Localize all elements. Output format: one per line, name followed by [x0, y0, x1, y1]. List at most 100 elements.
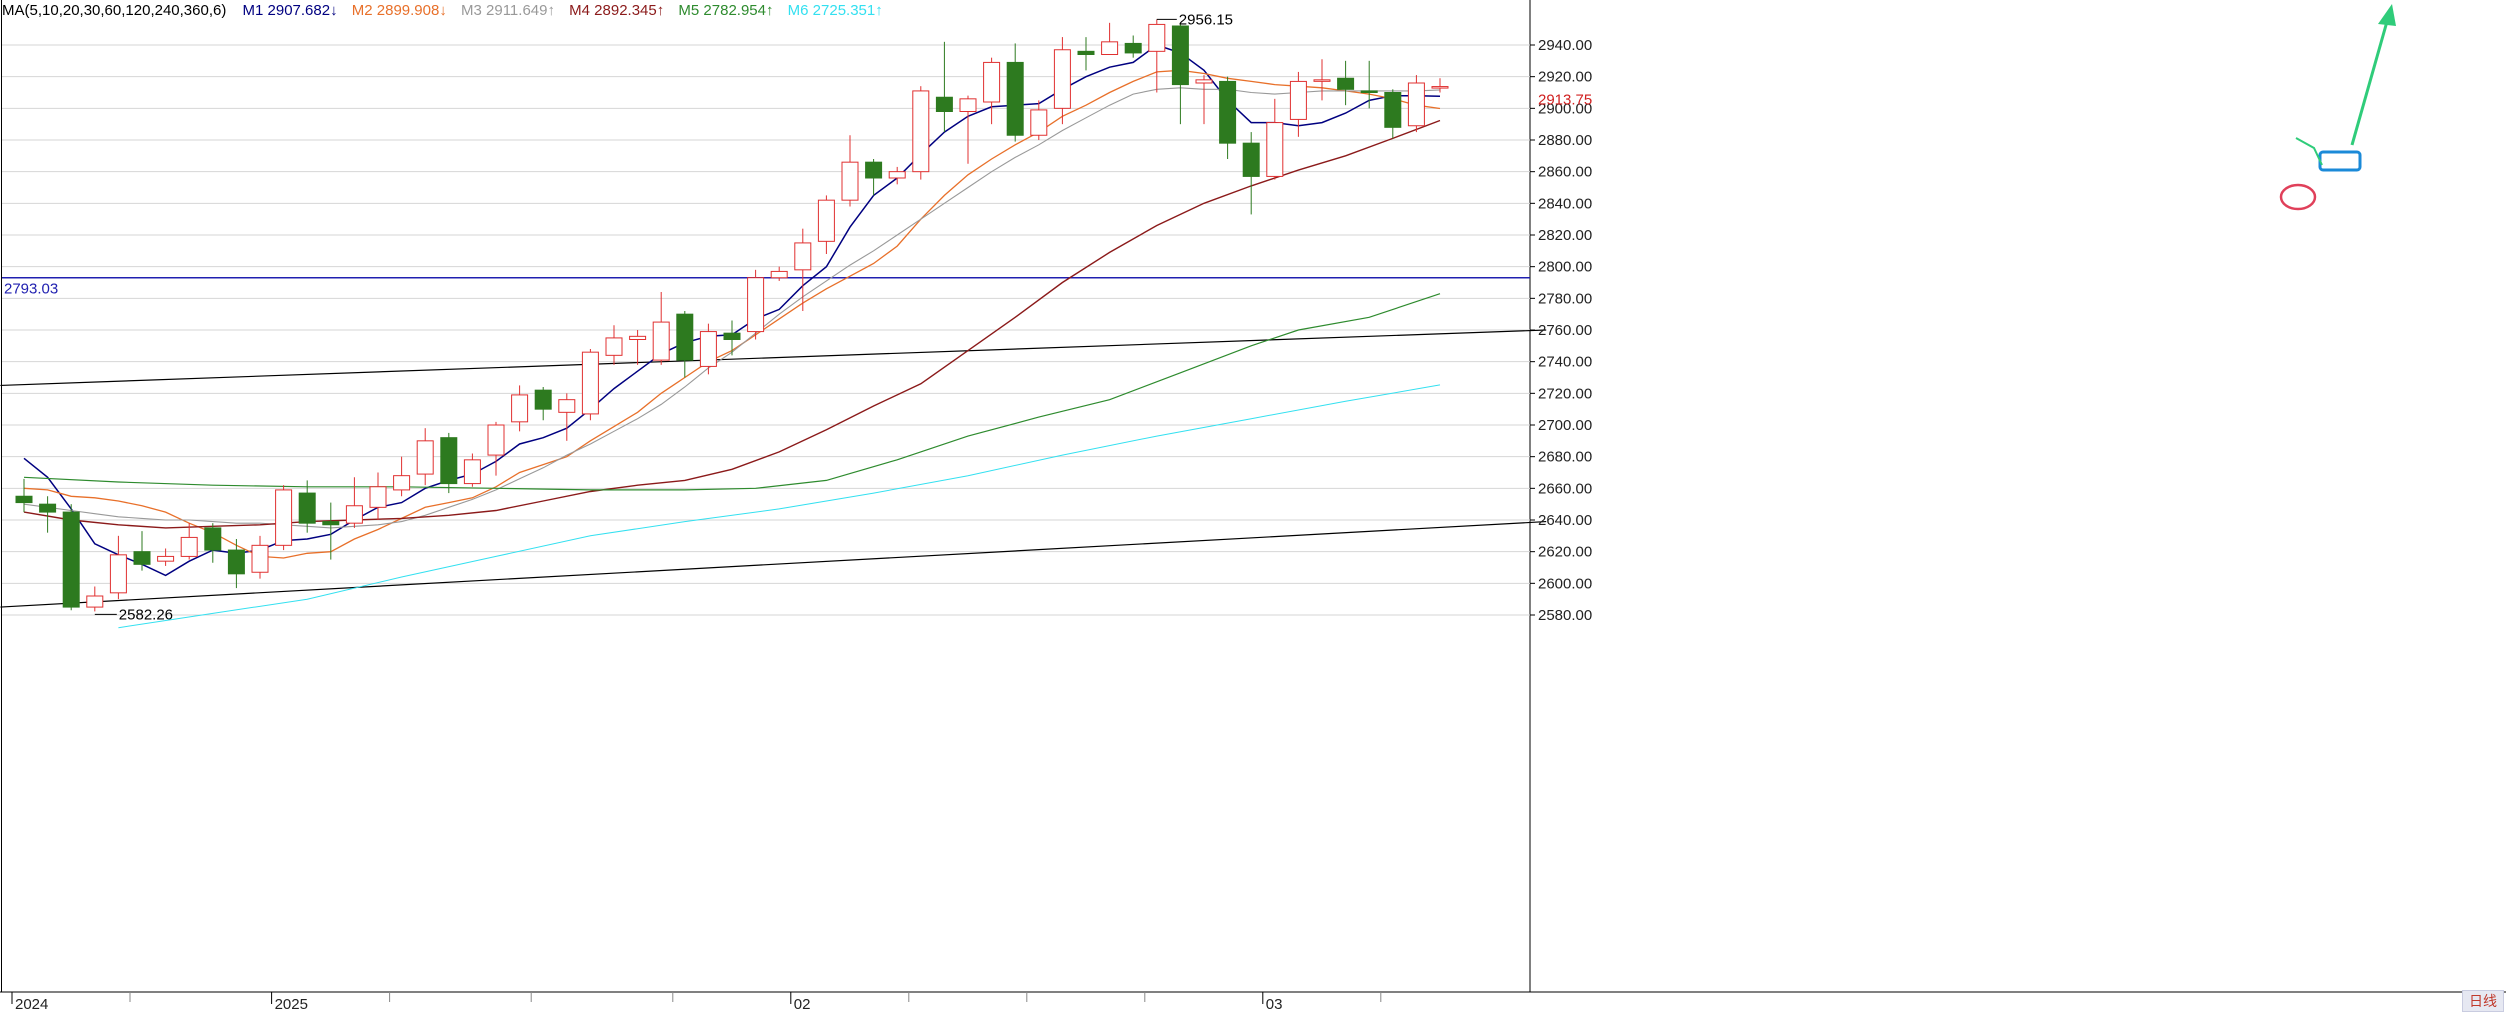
candle-up[interactable] [983, 61, 1001, 103]
y-tick-label: 2740.00 [1538, 354, 1592, 371]
candle-down[interactable] [204, 527, 222, 551]
candle-down[interactable] [723, 332, 741, 340]
green-trace-line [2295, 137, 2323, 166]
candle-down[interactable] [440, 437, 458, 485]
y-tick-label: 2840.00 [1538, 195, 1592, 212]
candle-down[interactable] [133, 551, 151, 565]
candle-up[interactable] [393, 475, 411, 491]
ma-legend-m3: M3 2911.649↑ [461, 2, 555, 19]
upper-trendline[interactable] [0, 329, 1547, 387]
candle-up[interactable] [86, 595, 104, 608]
candle-up[interactable] [109, 554, 127, 594]
candle-up[interactable] [463, 459, 481, 485]
y-tick-label: 2880.00 [1538, 132, 1592, 149]
candle-up[interactable] [1431, 86, 1449, 89]
candle-down[interactable] [1360, 90, 1378, 93]
candle-up[interactable] [511, 394, 529, 423]
candle-up[interactable] [912, 90, 930, 173]
blue-rectangle-marker [2318, 150, 2362, 172]
x-tick-label: 03 [1266, 996, 1283, 1013]
ma-params-label: MA(5,10,20,30,60,120,240,360,6) [2, 2, 227, 19]
y-tick-label: 2620.00 [1538, 544, 1592, 561]
candle-up[interactable] [581, 351, 599, 415]
y-tick-label: 2680.00 [1538, 449, 1592, 466]
y-tick-label: 2780.00 [1538, 290, 1592, 307]
green-arrow-icon [2378, 4, 2396, 26]
candle-up[interactable] [487, 424, 505, 456]
candle-up[interactable] [770, 270, 788, 279]
candle-down[interactable] [227, 549, 245, 575]
candle-up[interactable] [1313, 79, 1331, 82]
high-label: 2956.15 [1179, 11, 1233, 28]
x-tick-label: 02 [794, 996, 811, 1013]
y-tick-label: 2920.00 [1538, 69, 1592, 86]
candle-down[interactable] [865, 161, 883, 179]
red-ellipse-marker [2279, 183, 2317, 211]
candle-up[interactable] [157, 555, 175, 562]
candle-down[interactable] [935, 96, 953, 112]
candle-up[interactable] [369, 486, 387, 508]
candle-up[interactable] [345, 505, 363, 524]
candle-up[interactable] [841, 161, 859, 201]
candle-down[interactable] [15, 495, 33, 504]
candle-up[interactable] [416, 440, 434, 475]
candle-up[interactable] [180, 536, 198, 557]
candle-up[interactable] [888, 171, 906, 179]
candle-up[interactable] [1195, 79, 1213, 84]
candle-up[interactable] [275, 489, 293, 546]
candle-up[interactable] [1407, 82, 1425, 127]
candle-down[interactable] [322, 521, 340, 526]
y-tick-label: 2800.00 [1538, 259, 1592, 276]
ma-legend-m1: M1 2907.682↓ [242, 2, 338, 19]
y-tick-label: 2600.00 [1538, 575, 1592, 592]
ma-legend-m6: M6 2725.351↑ [787, 2, 883, 19]
y-tick-label: 2660.00 [1538, 480, 1592, 497]
candle-up[interactable] [1101, 41, 1119, 55]
ma-legend: MA(5,10,20,30,60,120,240,360,6) M1 2907.… [2, 0, 893, 22]
candle-down[interactable] [676, 313, 694, 361]
candle-up[interactable] [558, 399, 576, 413]
candle-down[interactable] [298, 492, 316, 524]
candle-up[interactable] [652, 321, 670, 361]
candle-down[interactable] [1077, 50, 1095, 55]
candle-down[interactable] [1124, 42, 1142, 54]
y-tick-label: 2720.00 [1538, 385, 1592, 402]
candle-down[interactable] [1337, 77, 1355, 90]
candlestick-chart[interactable]: 2580.00 2600.00 2620.00 2640.00 2660.00 2680.… [0, 0, 2506, 1014]
candle-up[interactable] [817, 199, 835, 242]
period-tab-daily[interactable]: 日线 [2462, 990, 2504, 1012]
candle-down[interactable] [1171, 25, 1189, 86]
candle-down[interactable] [1242, 142, 1260, 177]
candle-up[interactable] [1266, 122, 1284, 177]
candle-up[interactable] [699, 331, 717, 367]
candle-up[interactable] [605, 337, 623, 356]
current-price-label: 2913.75 [1538, 92, 1592, 109]
candle-down[interactable] [1219, 80, 1237, 144]
candle-up[interactable] [794, 242, 812, 271]
candle-up[interactable] [747, 277, 765, 333]
ma-legend-m4: M4 2892.345↑ [569, 2, 665, 19]
candle-down[interactable] [534, 389, 552, 410]
y-tick-label: 2820.00 [1538, 227, 1592, 244]
support-line-label: 2793.03 [4, 281, 58, 298]
y-tick-label: 2700.00 [1538, 417, 1592, 434]
candle-up[interactable] [1030, 109, 1048, 136]
x-tick-label: 2024 [15, 996, 48, 1013]
low-label: 2582.26 [119, 606, 173, 623]
y-tick-label: 2760.00 [1538, 322, 1592, 339]
candle-down[interactable] [62, 511, 80, 608]
y-tick-label: 2640.00 [1538, 512, 1592, 529]
x-tick-label: 2025 [275, 996, 308, 1013]
candle-up[interactable] [629, 335, 647, 341]
candle-up[interactable] [1148, 23, 1166, 52]
ma-legend-m2: M2 2899.908↓ [351, 2, 447, 19]
candle-up[interactable] [251, 544, 269, 573]
chart-area[interactable]: 2580.00 2600.00 2620.00 2640.00 2660.00 2680.… [0, 0, 2506, 1014]
candle-up[interactable] [959, 98, 977, 113]
candle-down[interactable] [1006, 61, 1024, 136]
candle-up[interactable] [1053, 49, 1071, 109]
candle-up[interactable] [1289, 80, 1307, 120]
y-tick-label: 2580.00 [1538, 607, 1592, 624]
candle-down[interactable] [39, 503, 57, 513]
candle-down[interactable] [1384, 92, 1402, 128]
